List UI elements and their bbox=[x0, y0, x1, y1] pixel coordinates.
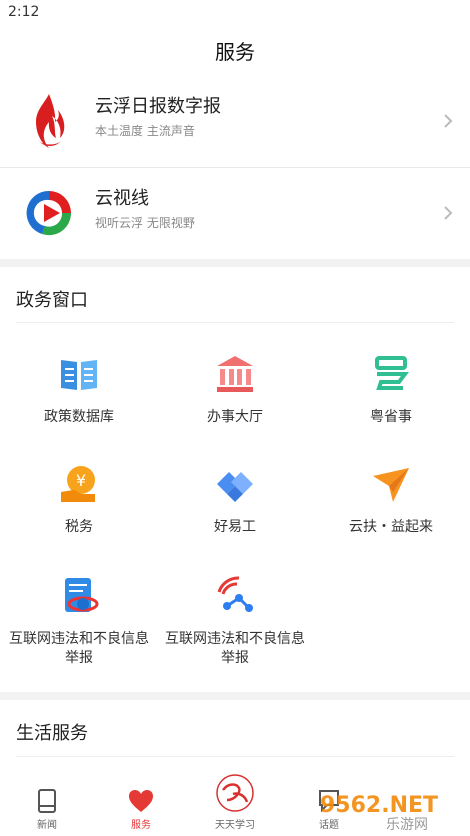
grid-item-label: 好易工 bbox=[214, 519, 256, 535]
app-row-yunfu-daily[interactable]: 云浮日报数字报 本土温度 主流声音 bbox=[0, 76, 470, 166]
tab-label: 服务 bbox=[131, 820, 151, 831]
grid-item-haoyigong[interactable]: 好易工 bbox=[157, 462, 313, 537]
section-title-gov: 政务窗口 bbox=[16, 290, 88, 311]
section-separator bbox=[0, 259, 470, 267]
grid-item-label: 互联网违法和不良信息举报 bbox=[9, 631, 149, 666]
tab-label: 天天学习 bbox=[215, 820, 255, 831]
news-icon bbox=[38, 789, 56, 813]
page-title: 服务 bbox=[215, 40, 255, 64]
app-subtitle: 视听云浮 无限视野 bbox=[95, 216, 195, 230]
tab-study[interactable]: 天天学习 bbox=[188, 772, 282, 831]
grid-item-label: 税务 bbox=[65, 519, 93, 535]
grid-item-service-hall[interactable]: 办事大厅 bbox=[157, 352, 313, 427]
grid-item-yunfu-yiqilai[interactable]: 云扶・益起来 bbox=[313, 462, 469, 537]
grid-item-policy-database[interactable]: 政策数据库 bbox=[1, 352, 157, 427]
svg-text:¥: ¥ bbox=[76, 471, 86, 490]
grid-item-label: 粤省事 bbox=[370, 409, 412, 425]
app-name: 云浮日报数字报 bbox=[95, 96, 221, 117]
watermark-logo-icon: 9562.NET 乐游网 bbox=[320, 793, 438, 833]
section-divider bbox=[16, 756, 454, 757]
government-building-icon bbox=[217, 356, 253, 392]
paper-plane-icon bbox=[373, 468, 409, 502]
play-logo-icon bbox=[26, 190, 72, 236]
app-subtitle: 本土温度 主流声音 bbox=[95, 124, 195, 138]
tab-service[interactable]: 服务 bbox=[94, 788, 188, 831]
xuexi-icon bbox=[216, 774, 254, 812]
tab-news[interactable]: 新闻 bbox=[0, 788, 94, 831]
chevron-right-icon bbox=[444, 114, 453, 128]
grid-item-label: 政策数据库 bbox=[44, 409, 114, 425]
grid-item-tax[interactable]: ¥ 税务 bbox=[1, 462, 157, 537]
grid-item-internet-report-2[interactable]: 互联网违法和不良信息举报 bbox=[157, 574, 313, 668]
grid-item-label: 办事大厅 bbox=[207, 409, 263, 425]
book-icon bbox=[61, 360, 97, 390]
yue-icon bbox=[375, 356, 409, 390]
section-title-life: 生活服务 bbox=[16, 723, 88, 744]
watermark-subtext: 乐游网 bbox=[386, 817, 428, 832]
flame-logo-icon bbox=[36, 94, 65, 148]
status-bar: 2:12 bbox=[0, 0, 470, 28]
app-row-yunshixian[interactable]: 云视线 视听云浮 无限视野 bbox=[0, 168, 470, 258]
grid-item-label: 互联网违法和不良信息举报 bbox=[165, 631, 305, 666]
grid-item-yueshengshi[interactable]: 粤省事 bbox=[313, 352, 469, 427]
handshake-icon bbox=[217, 472, 253, 502]
chevron-right-icon bbox=[444, 206, 453, 220]
watermark-text: 9562.NET bbox=[320, 793, 438, 818]
tab-label: 新闻 bbox=[37, 820, 57, 831]
signal-report-icon bbox=[217, 576, 253, 612]
app-name: 云视线 bbox=[95, 188, 149, 209]
section-separator bbox=[0, 692, 470, 700]
status-time: 2:12 bbox=[8, 4, 40, 20]
grid-item-internet-report-1[interactable]: 互联网违法和不良信息举报 bbox=[1, 574, 157, 668]
yuan-coin-icon: ¥ bbox=[61, 466, 95, 502]
watermark: 9562.NET 乐游网 bbox=[314, 788, 464, 833]
heart-icon bbox=[129, 790, 153, 812]
report-document-icon bbox=[65, 578, 99, 612]
grid-item-label: 云扶・益起来 bbox=[349, 519, 433, 535]
section-divider bbox=[16, 322, 454, 323]
